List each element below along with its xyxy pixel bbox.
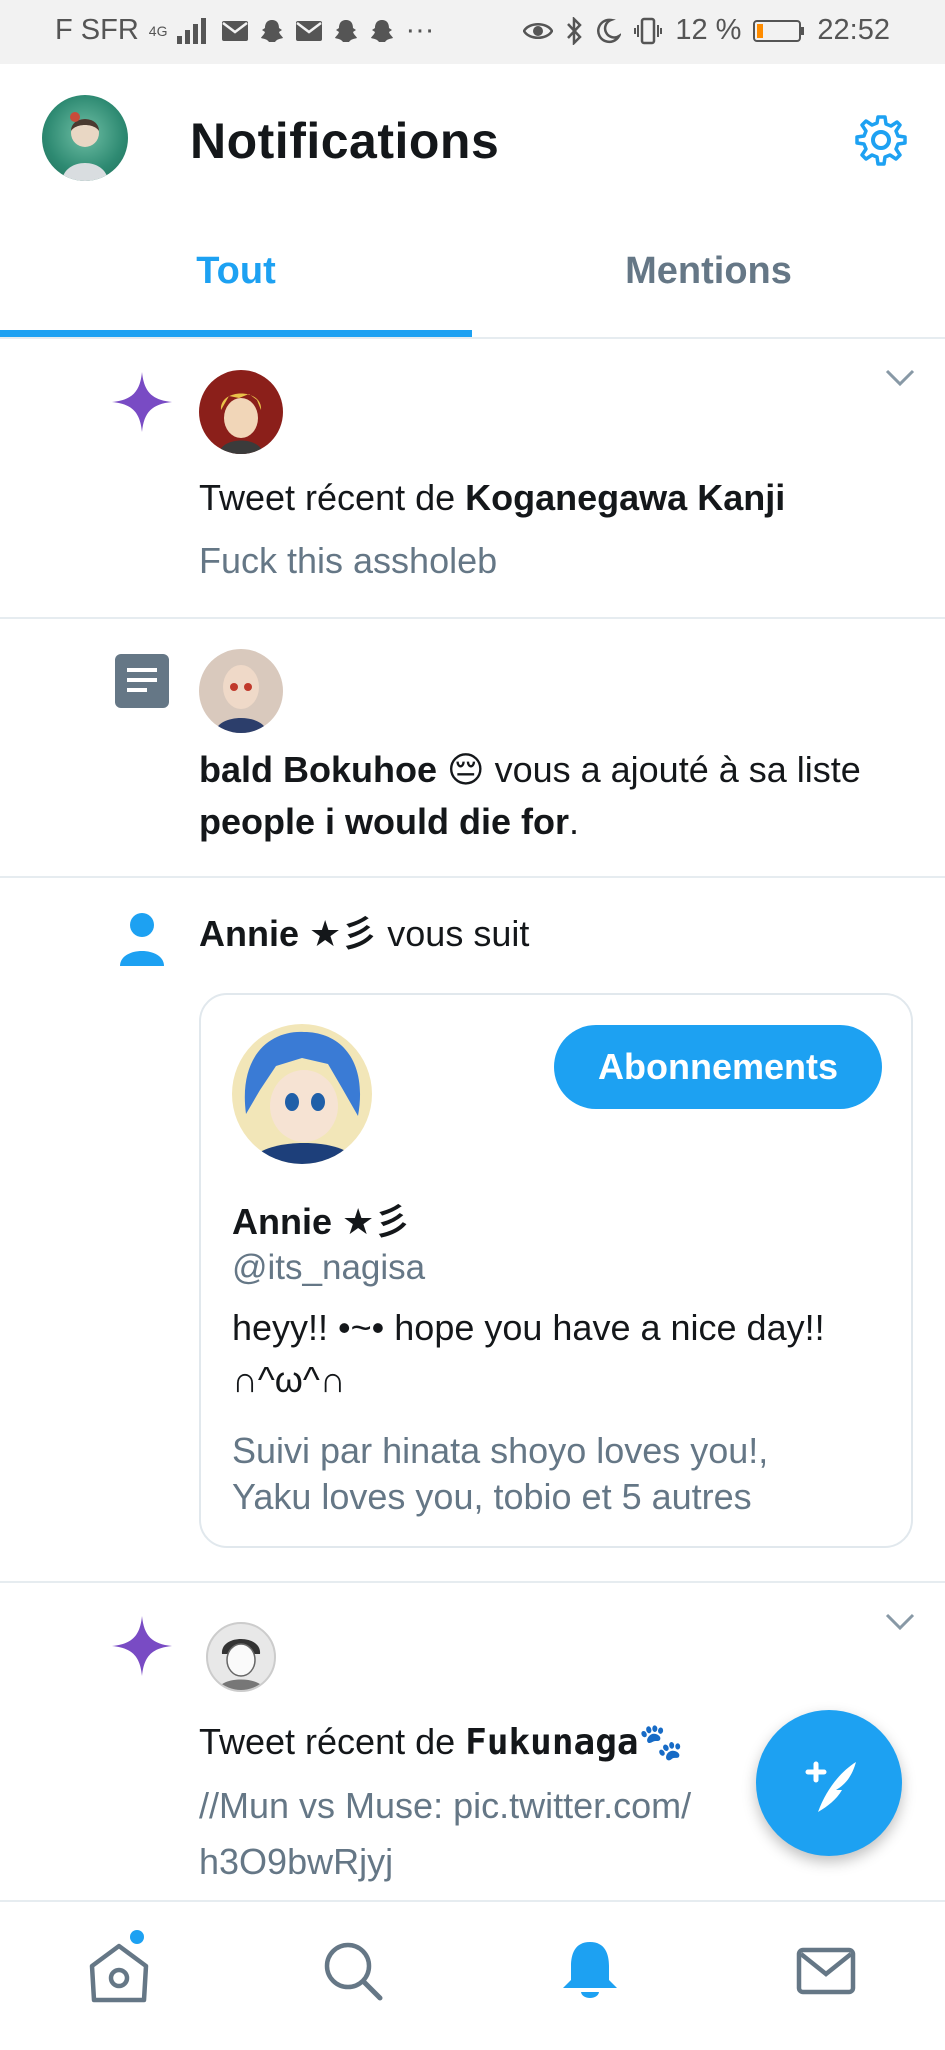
card-bio: heyy!! •~• hope you have a nice day!! ∩^… xyxy=(232,1302,902,1406)
emoji: 😔 xyxy=(447,749,485,790)
card-handle[interactable]: @its_nagisa xyxy=(232,1248,425,1288)
more-notifications-icon: ··· xyxy=(405,14,435,46)
mail-notify-icon xyxy=(296,20,323,41)
notification-middle: vous a ajouté à sa liste xyxy=(484,749,861,790)
notification-text: bald Bokuhoe 😔 vous a ajouté à sa liste … xyxy=(199,744,929,848)
tweet-preview-line2: h3O9bwRjyj xyxy=(199,1841,394,1882)
nav-search[interactable] xyxy=(318,1936,388,2006)
nav-messages[interactable] xyxy=(791,1936,861,2006)
notification-text: Tweet récent de Fukunaga🐾 xyxy=(199,1716,759,1769)
bluetooth-icon xyxy=(567,16,583,45)
page-title: Notifications xyxy=(190,113,500,169)
mail-icon xyxy=(796,1947,856,1995)
card-name[interactable]: Annie ★彡 xyxy=(232,1193,410,1245)
carrier-label: F SFR xyxy=(55,14,139,46)
chevron-down-icon[interactable] xyxy=(884,1612,916,1632)
card-avatar[interactable] xyxy=(232,1024,372,1164)
sparkle-icon xyxy=(112,372,172,432)
bell-icon xyxy=(563,1942,617,1998)
nav-notifications[interactable] xyxy=(555,1936,625,2006)
status-bar: F SFR 4G ··· 12 % 22:52 xyxy=(0,0,945,64)
bottom-navigation xyxy=(0,1900,945,2050)
notification-prefix: Tweet récent de xyxy=(199,1721,466,1762)
person-icon xyxy=(120,913,164,966)
tweet-preview: //Mun vs Muse: pic.twitter.com/ h3O9bwRj… xyxy=(199,1778,759,1890)
snapchat-icon xyxy=(371,19,394,42)
avatar[interactable] xyxy=(199,649,283,733)
snapchat-icon xyxy=(261,19,284,42)
compose-feather-icon xyxy=(805,1761,856,1812)
tab-all-label: Tout xyxy=(196,250,276,292)
card-bio-line1: heyy!! •~• hope you have a nice day!! xyxy=(232,1307,825,1348)
battery-icon xyxy=(753,19,805,42)
eye-icon xyxy=(523,22,554,39)
follower-name[interactable]: Annie ★彡 xyxy=(199,913,377,954)
settings-gear-icon[interactable] xyxy=(854,113,908,167)
home-badge xyxy=(130,1930,144,1944)
list-icon xyxy=(115,654,169,708)
compose-tweet-button[interactable] xyxy=(756,1710,902,1856)
followed-by-line1: Suivi par hinata shoyo loves you!, xyxy=(232,1430,769,1471)
tab-all[interactable]: Tout xyxy=(0,250,472,310)
vibrate-icon xyxy=(634,17,663,44)
avatar[interactable] xyxy=(199,370,283,454)
search-icon xyxy=(324,1942,383,2001)
mail-notify-icon xyxy=(222,20,249,41)
sparkle-icon xyxy=(112,1616,172,1676)
home-icon xyxy=(89,1943,149,2003)
signal-icon xyxy=(177,17,207,44)
snapchat-icon xyxy=(335,19,358,42)
notification-text: Tweet récent de Koganegawa Kanji xyxy=(199,472,919,524)
tab-mentions-label: Mentions xyxy=(625,250,792,292)
moon-icon xyxy=(597,18,622,43)
notification-suffix: . xyxy=(569,801,580,842)
tweet-author[interactable]: Fukunaga🐾 xyxy=(465,1722,683,1763)
clock: 22:52 xyxy=(817,14,890,46)
chevron-down-icon[interactable] xyxy=(884,368,916,388)
list-name[interactable]: people i would die for xyxy=(199,801,569,842)
followed-by-line2: Yaku loves you, tobio et 5 autres xyxy=(232,1476,752,1517)
battery-percent: 12 % xyxy=(675,14,742,46)
tweet-preview: Fuck this assholeb xyxy=(199,540,498,581)
list-owner[interactable]: bald Bokuhoe xyxy=(199,749,437,790)
active-tab-indicator xyxy=(0,330,472,337)
network-label: 4G xyxy=(148,22,168,39)
notification-prefix: Tweet récent de xyxy=(199,477,466,518)
profile-avatar[interactable] xyxy=(42,95,128,181)
notification-text: Annie ★彡 vous suit xyxy=(199,908,529,960)
tweet-preview-line1: //Mun vs Muse: pic.twitter.com/ xyxy=(199,1785,692,1826)
notification-action: vous suit xyxy=(377,913,530,954)
followed-by: Suivi par hinata shoyo loves you!, Yaku … xyxy=(232,1428,902,1520)
tab-mentions[interactable]: Mentions xyxy=(472,250,945,310)
nav-home[interactable] xyxy=(84,1930,154,2006)
avatar[interactable] xyxy=(206,1622,276,1692)
tweet-author[interactable]: Koganegawa Kanji xyxy=(465,477,785,518)
following-button[interactable]: Abonnements xyxy=(554,1025,882,1109)
card-bio-line2: ∩^ω^∩ xyxy=(232,1359,346,1400)
